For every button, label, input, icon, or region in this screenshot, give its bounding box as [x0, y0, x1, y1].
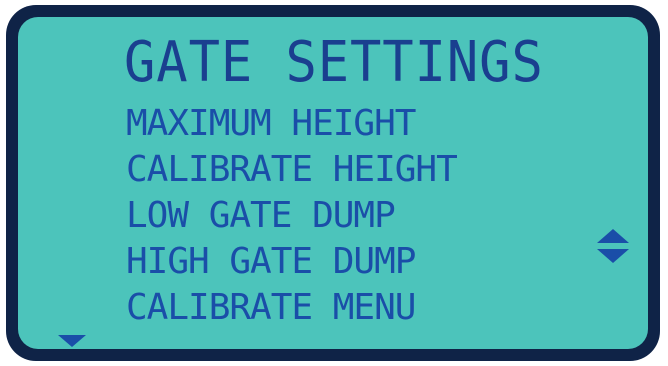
menu-item-calibrate-height[interactable]: CALIBRATE HEIGHT	[126, 147, 458, 193]
menu-item-high-gate-dump[interactable]: HIGH GATE DUMP	[126, 239, 457, 285]
arrow-down-icon	[58, 335, 86, 347]
display-bezel: GATE SETTINGS MAXIMUM HEIGHT CALIBRATE H…	[6, 5, 660, 361]
menu-item-maximum-height[interactable]: MAXIMUM HEIGHT	[126, 101, 457, 147]
menu-item-calibrate-menu[interactable]: CALIBRATE MENU	[126, 285, 457, 331]
screen-title: GATE SETTINGS	[124, 30, 544, 95]
lcd-screen: GATE SETTINGS MAXIMUM HEIGHT CALIBRATE H…	[18, 17, 648, 349]
settings-menu: MAXIMUM HEIGHT CALIBRATE HEIGHT LOW GATE…	[126, 101, 458, 331]
menu-item-low-gate-dump[interactable]: LOW GATE DUMP	[126, 193, 457, 239]
up-down-arrows-icon	[597, 229, 629, 263]
